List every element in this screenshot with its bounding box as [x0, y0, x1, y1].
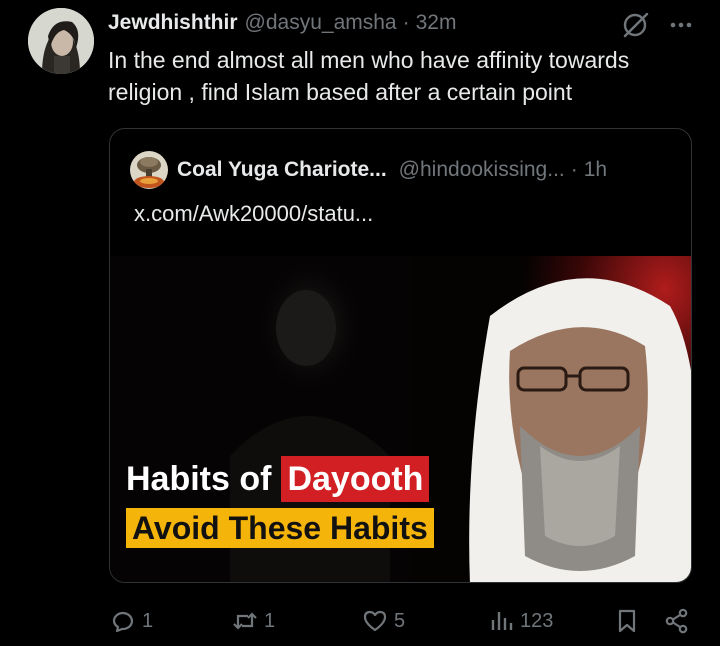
reply-button[interactable]: 1 — [110, 608, 153, 634]
tweet-header: Jewdhishthir @dasyu_amsha · 32m — [108, 8, 456, 38]
repost-icon — [233, 612, 257, 630]
quote-time[interactable]: 1h — [584, 158, 607, 182]
quoted-tweet[interactable]: Coal Yuga Chariote... @hindookissing... … — [109, 128, 692, 583]
like-button[interactable]: 5 — [362, 608, 405, 634]
tweet-time[interactable]: 32m — [416, 11, 457, 35]
views-icon — [491, 612, 513, 630]
share-icon[interactable] — [664, 608, 690, 634]
quote-author-handle[interactable]: @hindookissing... — [399, 158, 565, 182]
views-button[interactable]: 123 — [488, 608, 553, 634]
separator-dot: · — [402, 11, 410, 34]
quote-link[interactable]: x.com/Awk20000/statu... — [134, 201, 373, 227]
thumbnail-title-highlight: Dayooth — [281, 456, 430, 502]
author-handle[interactable]: @dasyu_amsha — [245, 11, 397, 35]
quote-media-thumbnail[interactable]: Habits of Dayooth Avoid These Habits — [110, 251, 691, 582]
repost-count: 1 — [264, 609, 276, 632]
thumbnail-subtitle: Avoid These Habits — [126, 508, 434, 548]
tweet-text: In the end almost all men who have affin… — [108, 47, 630, 105]
thumbnail-title: Habits of Dayooth — [126, 456, 430, 502]
more-icon[interactable] — [666, 10, 696, 40]
reply-icon — [112, 611, 134, 633]
views-count: 123 — [520, 609, 554, 632]
reply-count: 1 — [142, 609, 154, 632]
author-avatar[interactable] — [28, 8, 94, 74]
repost-button[interactable]: 1 — [232, 608, 275, 634]
quote-author-avatar[interactable] — [130, 151, 168, 189]
avatar-image — [28, 8, 94, 74]
quote-author-name[interactable]: Coal Yuga Chariote... — [177, 158, 387, 182]
quote-avatar-image — [130, 151, 168, 189]
grok-icon[interactable] — [620, 10, 650, 40]
like-count: 5 — [394, 609, 406, 632]
quote-separator-dot: · — [570, 158, 578, 181]
author-name[interactable]: Jewdhishthir — [108, 11, 238, 35]
action-bar: 1 1 5 123 — [0, 600, 720, 644]
thumbnail-title-plain: Habits of — [126, 459, 272, 498]
like-icon — [363, 610, 387, 632]
quote-header: Coal Yuga Chariote... @hindookissing... … — [130, 151, 607, 189]
bookmark-icon[interactable] — [614, 608, 640, 634]
